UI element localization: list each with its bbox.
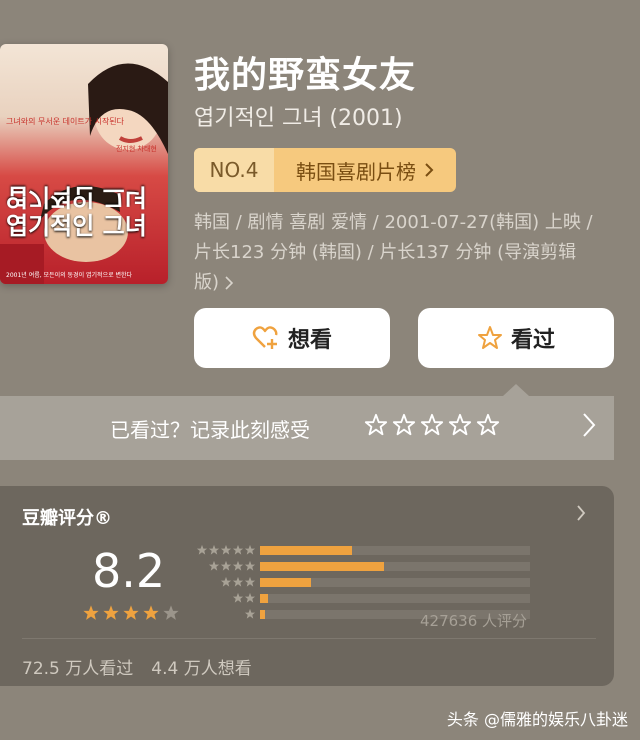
watched-button[interactable]: 看过 <box>418 308 614 368</box>
empty-star-icon[interactable] <box>364 413 388 437</box>
small-star-icon <box>244 560 256 571</box>
empty-star-icon[interactable] <box>448 413 472 437</box>
chevron-right-icon <box>577 505 586 521</box>
distribution-row <box>190 590 530 606</box>
watched-label: 看过 <box>510 328 555 353</box>
distribution-row <box>190 558 530 574</box>
distribution-row <box>190 574 530 590</box>
movie-original-title: 엽기적인 그녀 (2001) <box>194 106 403 131</box>
poster-title: 엽기적인 그녀 <box>6 212 147 240</box>
meta-line-1: 韩国 / 剧情 喜剧 爱情 / 2001-07-27(韩国) 上映 / <box>194 212 593 233</box>
filled-star-icon <box>83 605 99 620</box>
rank-list-label: 韩国喜剧片榜 <box>296 159 416 184</box>
movie-poster[interactable]: 그녀와의 무서운 데이트가 시작된다 엽기적인 그녀 엽기적인 그녀 2001년… <box>0 44 168 284</box>
distribution-stars <box>190 592 256 604</box>
rating-stars <box>82 604 180 622</box>
small-star-icon <box>244 544 256 555</box>
meta-line-3-text: 版) <box>194 272 220 293</box>
empty-star-icon[interactable] <box>392 413 416 437</box>
distribution-stars <box>190 576 256 588</box>
poster-artwork <box>0 63 168 284</box>
rank-badge[interactable]: NO.4 韩国喜剧片榜 <box>194 148 456 192</box>
movie-meta[interactable]: 韩国 / 剧情 喜剧 爱情 / 2001-07-27(韩国) 上映 / 片长12… <box>194 208 618 298</box>
chevron-right-icon <box>583 413 596 437</box>
small-star-icon <box>232 544 244 555</box>
rank-list: 韩国喜剧片榜 <box>274 148 456 192</box>
poster-tagline: 그녀와의 무서운 데이트가 시작된다 <box>6 117 125 126</box>
divider <box>22 638 596 639</box>
watched-count: 72.5 万人看过 <box>22 659 134 679</box>
chevron-right-icon <box>225 276 234 290</box>
distribution-bar-fill <box>260 609 266 619</box>
distribution-bar-fill <box>260 545 352 555</box>
gray-star-icon <box>163 605 179 620</box>
small-star-icon <box>232 592 244 603</box>
small-star-icon <box>208 544 220 555</box>
rating-source-label: 豆瓣评分® <box>22 508 112 529</box>
small-star-icon <box>196 544 208 555</box>
meta-line-2: 片长123 分钟 (韩国) / 片长137 分钟 (导演剪辑 <box>194 242 577 263</box>
small-star-icon <box>244 608 256 619</box>
distribution-row <box>190 542 530 558</box>
distribution-bar-fill <box>260 577 312 587</box>
record-feeling-bar[interactable]: 已看过？记录此刻感受 <box>0 384 614 460</box>
poster-credits: 2001년 여름, 모든이의 동경이 엽기적으로 변한다 <box>6 272 133 279</box>
rating-footer: 72.5 万人看过 4.4 万人想看 <box>22 654 252 679</box>
filled-star-icon <box>123 605 139 620</box>
distribution-bar-fill <box>260 593 269 603</box>
watermark: 头条 @儒雅的娱乐八卦迷 <box>446 710 628 729</box>
want-count: 4.4 万人想看 <box>151 659 252 679</box>
filled-star-icon <box>103 605 119 620</box>
small-star-icon <box>244 576 256 587</box>
want-to-watch-label: 想看 <box>287 328 332 353</box>
rating-count: 427636 人评分 <box>420 612 528 630</box>
want-to-watch-button[interactable]: 想看 <box>194 308 390 368</box>
distribution-bar-track <box>260 593 530 603</box>
small-star-icon <box>232 576 244 587</box>
small-star-icon <box>220 560 232 571</box>
chevron-right-icon <box>425 163 434 177</box>
small-star-icon <box>244 592 256 603</box>
movie-header: 그녀와의 무서운 데이트가 시작된다 엽기적인 그녀 엽기적인 그녀 2001년… <box>0 0 640 390</box>
meta-line-3: 版) <box>194 268 618 298</box>
rating-stars-input[interactable] <box>364 413 500 437</box>
distribution-stars <box>190 544 256 556</box>
star-outline-icon <box>477 326 502 349</box>
filled-star-icon <box>143 605 159 620</box>
record-feeling-text: 已看过？记录此刻感受 <box>110 418 310 442</box>
rank-number: NO.4 <box>194 148 274 192</box>
movie-title: 我的野蛮女友 <box>194 55 417 96</box>
small-star-icon <box>220 576 232 587</box>
distribution-bar-track <box>260 561 530 571</box>
rating-score: 8.2 <box>92 544 166 598</box>
douban-rating-card[interactable]: 豆瓣评分® 8.2 427636 人评分 72.5 万人看过 4.4 万人想看 <box>0 486 614 686</box>
empty-star-icon[interactable] <box>420 413 444 437</box>
small-star-icon <box>220 544 232 555</box>
distribution-stars <box>190 608 256 620</box>
empty-star-icon[interactable] <box>476 413 500 437</box>
poster-cast: 전지현 차태현 <box>116 145 157 153</box>
pointer-arrow <box>503 384 529 396</box>
distribution-bar-track <box>260 577 530 587</box>
small-star-icon <box>208 560 220 571</box>
distribution-stars <box>190 560 256 572</box>
small-star-icon <box>232 560 244 571</box>
heart-plus-icon <box>252 326 278 349</box>
distribution-bar-fill <box>260 561 385 571</box>
distribution-bar-track <box>260 545 530 555</box>
